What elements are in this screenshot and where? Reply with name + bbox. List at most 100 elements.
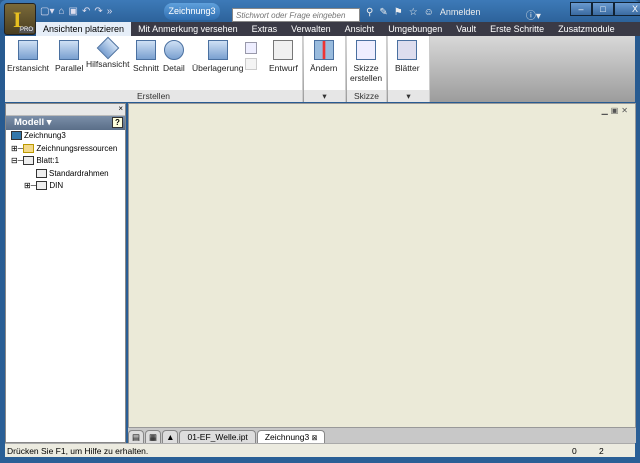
satellite-icon[interactable]: ⚑: [394, 7, 403, 22]
canvas-window-controls[interactable]: ▁▣✕: [602, 106, 631, 115]
tree-item[interactable]: ⊞─ DIN: [6, 180, 125, 193]
maximize-icon[interactable]: □: [592, 2, 614, 16]
entwurf-button[interactable]: Entwurf: [269, 38, 298, 73]
detail-button[interactable]: Detail: [163, 38, 185, 73]
tree-item[interactable]: ⊟─ Blatt:1: [6, 155, 125, 168]
document-title: Zeichnung3: [164, 3, 220, 20]
folder-icon: [23, 143, 35, 153]
label: Ändern: [310, 63, 338, 73]
aendern-button[interactable]: Ändern: [310, 38, 337, 73]
open-icon[interactable]: ⌂: [58, 6, 64, 17]
close-icon[interactable]: ⊠: [312, 435, 318, 442]
ribbon: Erstansicht Parallel Hilfsansicht Schnit…: [5, 36, 635, 102]
tab-umgebungen[interactable]: Umgebungen: [381, 22, 449, 36]
overlay-view-icon: [207, 40, 228, 60]
label: Erstansicht: [7, 63, 50, 73]
minimize-icon[interactable]: –: [570, 2, 592, 16]
erstansicht-button[interactable]: Erstansicht: [7, 38, 49, 73]
status-value-1: 0: [572, 446, 577, 456]
expand-icon[interactable]: ⊞─: [24, 181, 36, 190]
label: Hilfsansicht: [86, 59, 130, 69]
hilfsansicht-button[interactable]: Hilfsansicht: [86, 36, 130, 69]
draft-view-icon: [273, 40, 294, 60]
ueberlagerung-button[interactable]: Überlagerung: [192, 38, 244, 73]
help-icon[interactable]: ⓘ▾: [526, 7, 541, 22]
tab-extras[interactable]: Extras: [245, 22, 285, 36]
cascade-icon[interactable]: ▤: [128, 430, 145, 443]
panel-label-skizze: Skizze: [347, 90, 386, 102]
help-icon[interactable]: ?: [112, 117, 123, 128]
status-text: Drücken Sie F1, um Hilfe zu erhalten.: [7, 446, 149, 456]
tab-mit-anmerkung[interactable]: Mit Anmerkung versehen: [131, 22, 245, 36]
skizze-erstellen-button[interactable]: Skizze erstellen: [350, 38, 382, 83]
close-icon[interactable]: ×: [118, 104, 123, 113]
quick-access-toolbar: ▢▾ ⌂ ▣ ↶ ↷ »: [40, 6, 112, 17]
label: Blätter: [395, 63, 420, 73]
edition-label: PRO: [19, 27, 35, 33]
tree-item[interactable]: ⊞─ Zeichnungsressourcen: [6, 143, 125, 156]
label: Detail: [163, 63, 185, 73]
panel-erstellen: Erstansicht Parallel Hilfsansicht Schnit…: [5, 36, 303, 102]
star-icon[interactable]: ☆: [409, 7, 418, 22]
panel-dropdown-aendern[interactable]: ▾: [304, 90, 345, 102]
label: Skizze: [353, 63, 379, 73]
label: Entwurf: [269, 63, 298, 73]
browser-grip[interactable]: ×: [6, 104, 125, 116]
arrow-up-icon[interactable]: ▲: [162, 430, 179, 443]
new-icon[interactable]: ▢▾: [40, 6, 54, 17]
schnitt-button[interactable]: Schnitt: [133, 38, 159, 73]
app-menu-button[interactable]: I PRO: [4, 3, 36, 35]
tab-ansichten-platzieren[interactable]: Ansichten platzieren: [36, 22, 132, 36]
tab-erste-schritte[interactable]: Erste Schritte: [483, 22, 551, 36]
drawing-canvas[interactable]: ▁▣✕: [128, 103, 636, 428]
sheet-icon: [23, 156, 35, 166]
label: Zeichnung3: [264, 432, 310, 442]
break-icon: [313, 40, 334, 60]
search-input[interactable]: [232, 8, 360, 22]
label: Zeichnung3: [24, 131, 66, 140]
breakout-icon[interactable]: [245, 42, 257, 54]
border-icon: [36, 168, 47, 178]
panel-blaetter: Blätter ▾: [388, 36, 430, 102]
label: Zeichnungsressourcen: [36, 143, 118, 153]
panel-skizze: Skizze erstellen Skizze: [347, 36, 387, 102]
tab-zusatzmodule[interactable]: Zusatzmodule: [551, 22, 622, 36]
label: Modell: [14, 117, 45, 128]
browser-title[interactable]: Modell ▾?: [6, 116, 125, 130]
collapse-icon[interactable]: ⊟─: [11, 156, 23, 165]
more-icon[interactable]: »: [107, 6, 113, 17]
sketch-icon: [356, 40, 377, 60]
projected-view-icon: [59, 40, 80, 60]
label: Überlagerung: [192, 63, 244, 73]
binoculars-icon[interactable]: ⚲: [366, 7, 373, 22]
panel-dropdown-blaetter[interactable]: ▾: [388, 90, 429, 102]
label: DIN: [49, 181, 64, 190]
expand-icon[interactable]: ⊞─: [11, 144, 23, 153]
close-icon[interactable]: X: [614, 2, 640, 16]
tree-item[interactable]: Standardrahmen: [6, 168, 125, 181]
ribbon-tabs: Ansichten platzieren Mit Anmerkung verse…: [36, 22, 640, 36]
doc-tab-active[interactable]: Zeichnung3 ⊠: [256, 430, 326, 443]
document-tabs: ▤ ▦ ▲ 01-EF_Welle.ipt Zeichnung3 ⊠: [128, 428, 636, 443]
tab-ansicht[interactable]: Ansicht: [338, 22, 382, 36]
redo-icon[interactable]: ↷: [94, 6, 102, 17]
panel-aendern: Ändern ▾: [304, 36, 346, 102]
panel-label-erstellen: Erstellen: [5, 90, 302, 102]
tree-item[interactable]: Zeichnung3: [6, 130, 125, 143]
signin-button[interactable]: Anmelden: [440, 7, 520, 22]
doc-tab[interactable]: 01-EF_Welle.ipt: [179, 430, 256, 443]
label: Parallel: [55, 63, 84, 73]
label: Standardrahmen: [49, 168, 109, 178]
undo-icon[interactable]: ↶: [82, 6, 90, 17]
sheet-icon: [397, 40, 418, 60]
tab-verwalten[interactable]: Verwalten: [284, 22, 338, 36]
wrench-icon[interactable]: ✎: [379, 7, 387, 22]
parallel-button[interactable]: Parallel: [55, 38, 83, 73]
tab-vault[interactable]: Vault: [449, 22, 483, 36]
label: Blatt:1: [36, 156, 60, 165]
save-icon[interactable]: ▣: [69, 6, 78, 17]
crop-icon[interactable]: [245, 58, 257, 70]
tile-icon[interactable]: ▦: [145, 430, 162, 443]
label: erstellen: [350, 73, 383, 83]
blaetter-button[interactable]: Blätter: [395, 38, 420, 73]
